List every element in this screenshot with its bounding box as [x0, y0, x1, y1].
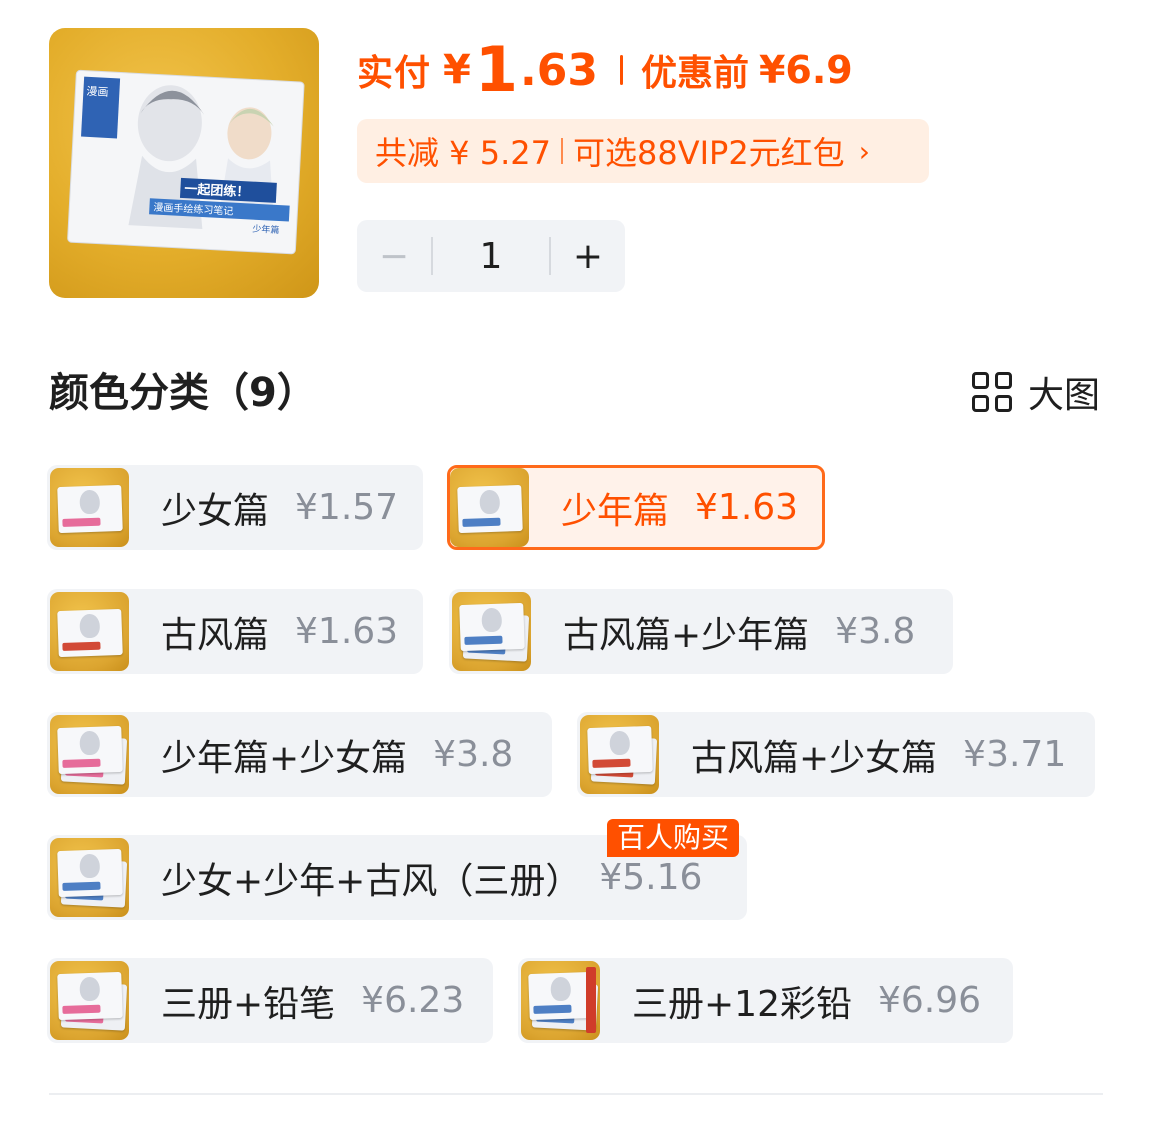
big-image-toggle[interactable]: 大图 [971, 366, 1100, 418]
paid-price-integer: 1 [474, 33, 518, 106]
paid-price-decimal: .63 [520, 44, 598, 96]
sku-option[interactable]: 少女篇 ¥1.57 [47, 465, 423, 550]
sku-price: ¥3.8 [835, 611, 916, 652]
sku-thumbnail [50, 961, 129, 1040]
product-cover-illustration: 漫画 一起团练！ 漫画手绘练习笔记 少年篇 [67, 69, 305, 255]
sku-price: ¥1.63 [695, 487, 799, 528]
product-image[interactable]: 漫画 一起团练！ 漫画手绘练习笔记 少年篇 [49, 28, 319, 298]
sku-price: ¥6.23 [361, 980, 465, 1021]
sku-thumbnail [521, 961, 600, 1040]
sku-price: ¥1.57 [295, 487, 399, 528]
original-price-label: 优惠前 [640, 53, 749, 94]
sku-name: 三册+铅笔 [161, 983, 336, 1025]
sku-option-selected[interactable]: 少年篇 ¥1.63 [447, 465, 825, 550]
sku-name: 古风篇+少女篇 [691, 737, 938, 779]
popular-badge: 百人购买 [607, 819, 740, 857]
sku-thumbnail [452, 592, 531, 671]
sku-thumbnail [50, 468, 129, 547]
paid-label: 实付 [357, 53, 432, 94]
chevron-right-icon: › [858, 134, 870, 168]
promo-offer: 可选88VIP2元红包 [572, 134, 845, 172]
sku-name: 少女篇 [161, 490, 270, 532]
sku-option[interactable]: 三册+铅笔 ¥6.23 [47, 958, 493, 1043]
sku-name: 古风篇+少年篇 [563, 614, 810, 656]
cover-line1: 一起团练！ [184, 181, 250, 200]
sku-thumbnail [50, 715, 129, 794]
sku-option[interactable]: 三册+12彩铅 ¥6.96 [518, 958, 1013, 1043]
sku-price: ¥1.63 [295, 611, 399, 652]
grid-view-icon [971, 372, 1012, 412]
sku-name: 少年篇+少女篇 [161, 737, 408, 779]
sku-price: ¥3.8 [433, 734, 514, 775]
sku-thumbnail [450, 468, 529, 547]
promo-discount: 共减 ¥ 5.27 [375, 134, 551, 172]
cover-title: 漫画 [86, 84, 109, 99]
sku-option[interactable]: 古风篇+少女篇 ¥3.71 [577, 712, 1095, 797]
promo-divider [560, 138, 563, 164]
original-price: ¥6.9 [758, 48, 853, 92]
sku-option[interactable]: 古风篇+少年篇 ¥3.8 [449, 589, 953, 674]
sku-price: ¥3.71 [963, 734, 1067, 775]
decrease-quantity-button[interactable]: − [357, 220, 431, 292]
divider [49, 1093, 1103, 1095]
sku-price: ¥6.96 [877, 980, 982, 1021]
sku-name: 少年篇 [561, 490, 670, 532]
price-divider [619, 55, 623, 85]
sku-thumbnail [50, 592, 129, 671]
sku-option[interactable]: 少年篇+少女篇 ¥3.8 [47, 712, 552, 797]
quantity-value[interactable]: 1 [433, 236, 549, 277]
sku-price: ¥5.16 [599, 857, 703, 898]
quantity-stepper: − 1 + [357, 220, 625, 292]
price-line: 实付 ¥ 1 .63 优惠前 ¥6.9 [357, 30, 853, 110]
big-image-label: 大图 [1027, 375, 1100, 416]
increase-quantity-button[interactable]: + [551, 220, 625, 292]
paid-currency: ¥ [443, 47, 471, 93]
sku-thumbnail [50, 838, 129, 917]
promo-bar[interactable]: 共减 ¥ 5.27 可选88VIP2元红包 › [357, 119, 929, 183]
sku-thumbnail [580, 715, 659, 794]
section-title: 颜色分类（9） [49, 370, 317, 416]
sku-name: 少女+少年+古风（三册） [161, 860, 582, 902]
sku-option[interactable]: 古风篇 ¥1.63 [47, 589, 423, 674]
sku-name: 古风篇 [161, 614, 270, 656]
sku-name: 三册+12彩铅 [632, 983, 852, 1025]
